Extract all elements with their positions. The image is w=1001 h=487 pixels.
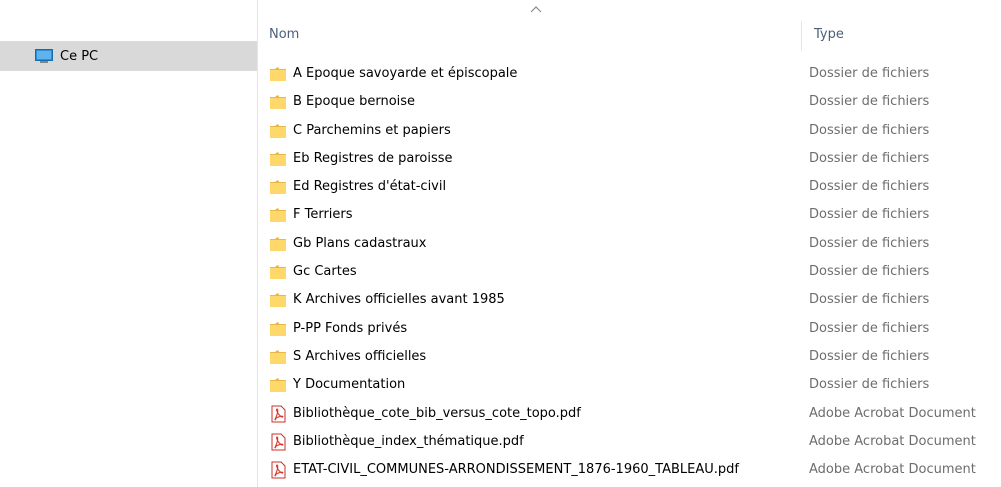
folder-icon (269, 122, 287, 140)
file-name: A Epoque savoyarde et épiscopale (293, 66, 518, 81)
computer-icon (35, 49, 53, 63)
pdf-icon (269, 405, 287, 423)
folder-icon (269, 235, 287, 253)
file-type: Dossier de fichiers (809, 235, 930, 251)
file-type: Dossier de fichiers (809, 150, 930, 166)
pdf-icon (269, 461, 287, 479)
file-type: Dossier de fichiers (809, 348, 930, 364)
file-type: Dossier de fichiers (809, 122, 930, 138)
folder-icon (269, 263, 287, 281)
file-row[interactable]: Eb Registres de paroisse Dossier de fichi… (258, 146, 1001, 174)
file-name: Gb Plans cadastraux (293, 235, 427, 251)
file-name: Ed Registres d'état-civil (293, 179, 447, 195)
file-name: Bibliothèque_index_thématique.pdf (293, 433, 524, 449)
file-name: Eb Registres de paroisse (293, 150, 453, 166)
file-row[interactable]: A Epoque savoyarde et épiscopale Dossier … (258, 61, 1001, 89)
file-list-pane: Nom Type A Epoque savoyarde et épiscopal… (258, 0, 1001, 487)
file-list: A Epoque savoyarde et épiscopale Dossier … (258, 61, 1001, 485)
file-row[interactable]: C Parchemins et papiers Dossier de fichie… (258, 118, 1001, 146)
file-type: Dossier de fichiers (809, 207, 930, 223)
file-row[interactable]: P-PP Fonds privés Dossier de fichiers (258, 316, 1001, 344)
file-name: F Terriers (293, 207, 353, 223)
nav-item-label: Ce PC (60, 48, 99, 64)
file-type: Dossier de fichiers (809, 320, 930, 336)
file-name: P-PP Fonds privés (293, 320, 408, 336)
file-name: Y Documentation (293, 377, 406, 393)
folder-icon (269, 376, 287, 394)
folder-icon (269, 65, 287, 83)
file-name: Bibliothèque_cote_bib_versus_cote_topo.p… (293, 405, 581, 421)
file-type: Adobe Acrobat Document (809, 405, 976, 421)
folder-icon (269, 93, 287, 111)
column-header-type[interactable]: Type (814, 27, 844, 42)
file-row[interactable]: Gb Plans cadastraux Dossier de fichiers (258, 231, 1001, 259)
file-name: ETAT-CIVIL_COMMUNES-ARRONDISSEMENT_1876-… (293, 462, 739, 478)
file-type: Dossier de fichiers (809, 264, 930, 280)
file-name: Gc Cartes (293, 264, 357, 280)
file-row[interactable]: B Epoque bernoise Dossier de fichiers (258, 89, 1001, 117)
file-row[interactable]: K Archives officielles avant 1985 Dossier… (258, 287, 1001, 315)
folder-icon (269, 291, 287, 309)
file-type: Dossier de fichiers (809, 377, 930, 393)
file-row[interactable]: S Archives officielles Dossier de fichier… (258, 344, 1001, 372)
navigation-pane: Ce PC (0, 0, 258, 487)
file-name: K Archives officielles avant 1985 (293, 292, 505, 308)
file-row[interactable]: Gc Cartes Dossier de fichiers (258, 259, 1001, 287)
column-resize-handle[interactable] (801, 21, 802, 51)
nav-item-ce-pc[interactable]: Ce PC (0, 41, 257, 71)
pdf-icon (269, 433, 287, 451)
column-header-row: Nom Type (258, 21, 1001, 51)
file-row[interactable]: Bibliothèque_index_thématique.pdf Adobe A… (258, 429, 1001, 457)
folder-icon (269, 178, 287, 196)
file-type: Dossier de fichiers (809, 94, 930, 110)
file-name: S Archives officielles (293, 348, 427, 364)
sort-ascending-icon (530, 2, 542, 13)
file-row[interactable]: F Terriers Dossier de fichiers (258, 202, 1001, 230)
file-explorer-window: Ce PC Nom Type A Epoque savoyarde et épi… (0, 0, 1001, 487)
folder-icon (269, 150, 287, 168)
file-type: Adobe Acrobat Document (809, 433, 976, 449)
column-header-name[interactable]: Nom (269, 27, 299, 42)
file-type: Adobe Acrobat Document (809, 462, 976, 478)
folder-icon (269, 348, 287, 366)
file-name: C Parchemins et papiers (293, 122, 451, 138)
file-row[interactable]: Bibliothèque_cote_bib_versus_cote_topo.p… (258, 401, 1001, 429)
file-row[interactable]: ETAT-CIVIL_COMMUNES-ARRONDISSEMENT_1876-… (258, 457, 1001, 485)
file-name: B Epoque bernoise (293, 94, 416, 110)
folder-icon (269, 320, 287, 338)
file-row[interactable]: Y Documentation Dossier de fichiers (258, 372, 1001, 400)
file-row[interactable]: Ed Registres d'état-civil Dossier de fich… (258, 174, 1001, 202)
folder-icon (269, 206, 287, 224)
file-type: Dossier de fichiers (809, 66, 930, 81)
file-type: Dossier de fichiers (809, 292, 930, 308)
file-type: Dossier de fichiers (809, 179, 930, 195)
